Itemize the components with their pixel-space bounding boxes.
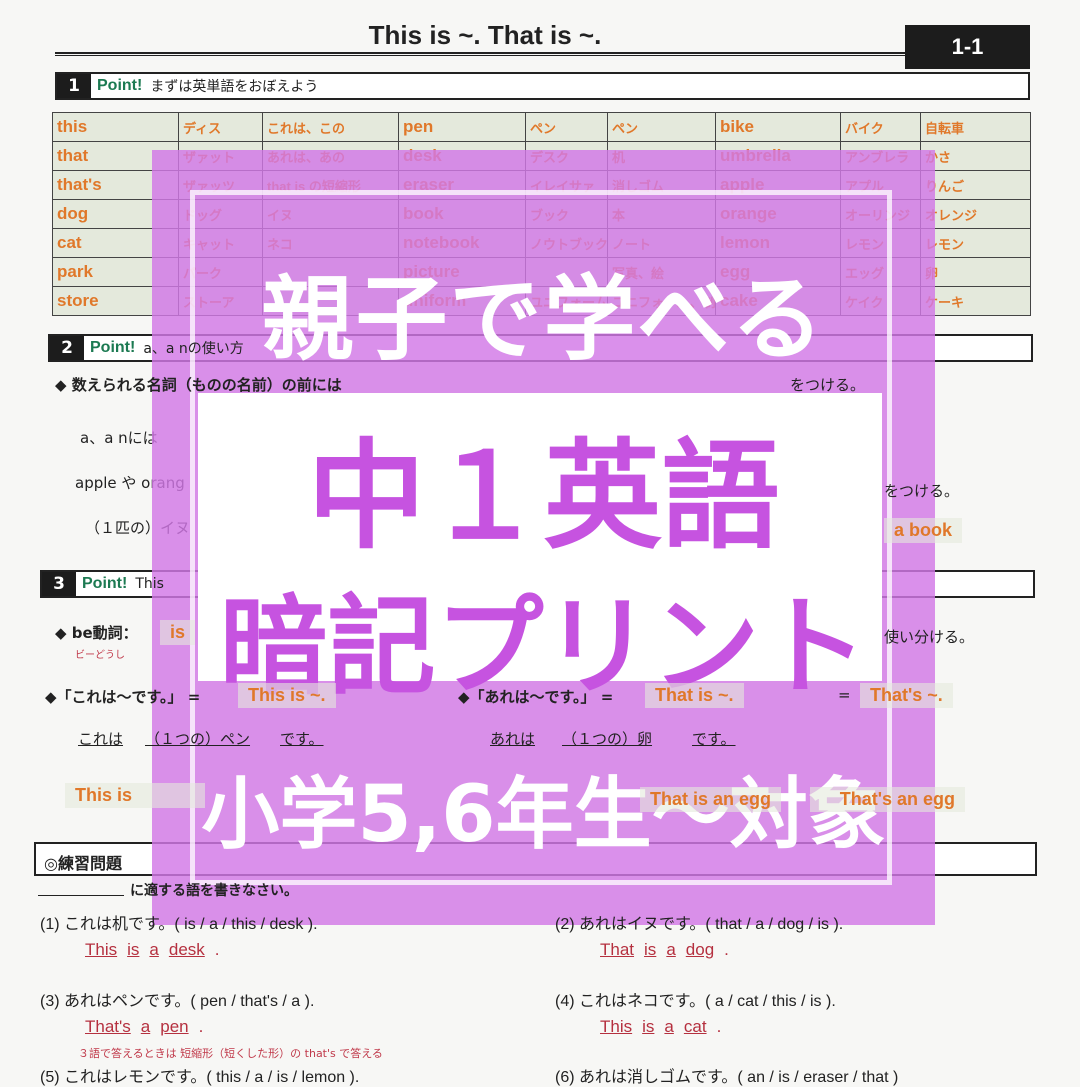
this-is-jp: ◆「これは〜です。」 =: [45, 688, 201, 706]
section-text: This: [135, 576, 164, 592]
question-3: (3) あれはペンです。( pen / that's / a ).: [40, 993, 315, 1010]
title-divider: [55, 52, 905, 56]
vocab-reading: ディス: [178, 112, 263, 142]
answer-word: That's: [85, 1017, 131, 1036]
answer-word: cat: [683, 1017, 707, 1036]
point-label: Point!: [97, 77, 143, 94]
answer-word: is: [642, 1017, 655, 1036]
sec2-line3-tail: をつける。: [884, 482, 960, 500]
example1-c: です。: [280, 730, 324, 748]
answer-word: pen: [160, 1017, 189, 1036]
that-is-en: That is ~.: [645, 683, 744, 708]
answer-word: a: [666, 940, 676, 959]
answer-word: dog: [685, 940, 715, 959]
blank-line: [38, 880, 124, 896]
question-4: (4) これはネコです。( a / cat / this / is ).: [555, 993, 836, 1010]
answer-word: That: [600, 940, 635, 959]
section-text: a、a nの使い方: [143, 341, 244, 357]
vocab-row: pen ペン ペン: [398, 112, 716, 142]
practice-instruction: に適する語を書きなさい。: [130, 883, 298, 899]
vocab-meaning: これは、この: [262, 112, 399, 142]
answer-1: This is a desk.: [85, 940, 220, 959]
sec2-line2: a、a nには: [80, 429, 158, 447]
this-is-en: This is ~.: [238, 683, 336, 708]
be-verb-reading: ビーどうし: [75, 650, 125, 661]
question-2: (2) あれはイヌです。( that / a / dog / is ).: [555, 916, 844, 933]
that-is-jp: ◆「あれは〜です。」 =: [458, 688, 614, 706]
equals: =: [838, 686, 851, 704]
section-number: 1: [57, 74, 91, 98]
unit-badge: 1-1: [905, 25, 1030, 69]
answer-thats-an-egg: That's an egg: [810, 787, 965, 812]
vocab-meaning: ケーキ: [920, 286, 1031, 316]
answer-4: This is a cat.: [600, 1017, 722, 1036]
answer-2: That is a dog.: [600, 940, 729, 959]
vocab-meaning: レモン: [920, 228, 1031, 258]
vocab-meaning: オレンジ: [920, 199, 1031, 229]
example2-b: （１つの）卵: [562, 730, 653, 748]
section-text: まずは英単語をおぼえよう: [150, 79, 319, 95]
vocab-reading: ペン: [525, 112, 608, 142]
question-6: (6) あれは消しゴムです。( an / is / eraser / that …: [555, 1069, 899, 1086]
question-1: (1) これは机です。( is / a / this / desk ).: [40, 916, 318, 933]
section-1-header: 1 Point! まずは英単語をおぼえよう: [55, 72, 1030, 100]
vocab-word: pen: [398, 112, 526, 142]
vocab-row: bike バイク 自転車: [715, 112, 1031, 142]
section-number: 2: [50, 336, 84, 360]
worksheet-title: This is ~. That is ~.: [368, 20, 602, 50]
example1-b: （１つの）ペン: [145, 730, 251, 748]
vocab-meaning: 自転車: [920, 112, 1031, 142]
answer-word: a: [140, 1017, 151, 1036]
answer-word: This: [85, 940, 118, 959]
example1-a: これは: [78, 730, 124, 748]
answer-3: That's a pen.: [85, 1017, 204, 1036]
thats-en: That's ~.: [860, 683, 953, 708]
vocab-row: this ディス これは、この: [52, 112, 399, 142]
sec2-a-book: a book: [884, 518, 963, 543]
sec2-line1: ◆ 数えられる名詞（ものの名前）の前には: [55, 376, 342, 394]
answer-word: a: [664, 1017, 674, 1036]
answer-word: desk: [168, 940, 205, 959]
question-5: (5) これはレモンです。( this / a / is / lemon ).: [40, 1069, 360, 1086]
be-verb-value: is: [160, 620, 196, 645]
vocab-word: this: [52, 112, 179, 142]
vocab-reading: バイク: [840, 112, 921, 142]
example2-c: です。: [692, 730, 736, 748]
answer-word: a: [149, 940, 159, 959]
vocab-meaning: ペン: [607, 112, 716, 142]
promo-line-2: 中１英語: [307, 427, 780, 565]
be-verb-tail: 使い分ける。: [884, 628, 975, 646]
answer-this-is: This is: [65, 783, 205, 808]
point-label: Point!: [90, 339, 136, 356]
vocab-meaning: かさ: [920, 141, 1031, 171]
section-number: 3: [42, 572, 76, 596]
answer-that-is-an-egg: That is an egg: [640, 787, 782, 812]
vocab-meaning: 卵: [920, 257, 1031, 287]
answer-word: is: [644, 940, 657, 959]
be-verb-label: ◆ be動詞：: [55, 624, 138, 642]
promo-line-1: 親子で学べる: [261, 266, 826, 373]
answer-note: ３語で答えるときは 短縮形（短くした形）の that's で答える: [78, 1047, 383, 1060]
point-label: Point!: [82, 575, 128, 592]
example2-a: あれは: [490, 730, 536, 748]
vocab-word: bike: [715, 112, 841, 142]
answer-word: This: [600, 1017, 633, 1036]
vocab-meaning: りんご: [920, 170, 1031, 200]
answer-word: is: [127, 940, 140, 959]
sec2-line1-tail: をつける。: [790, 376, 866, 394]
